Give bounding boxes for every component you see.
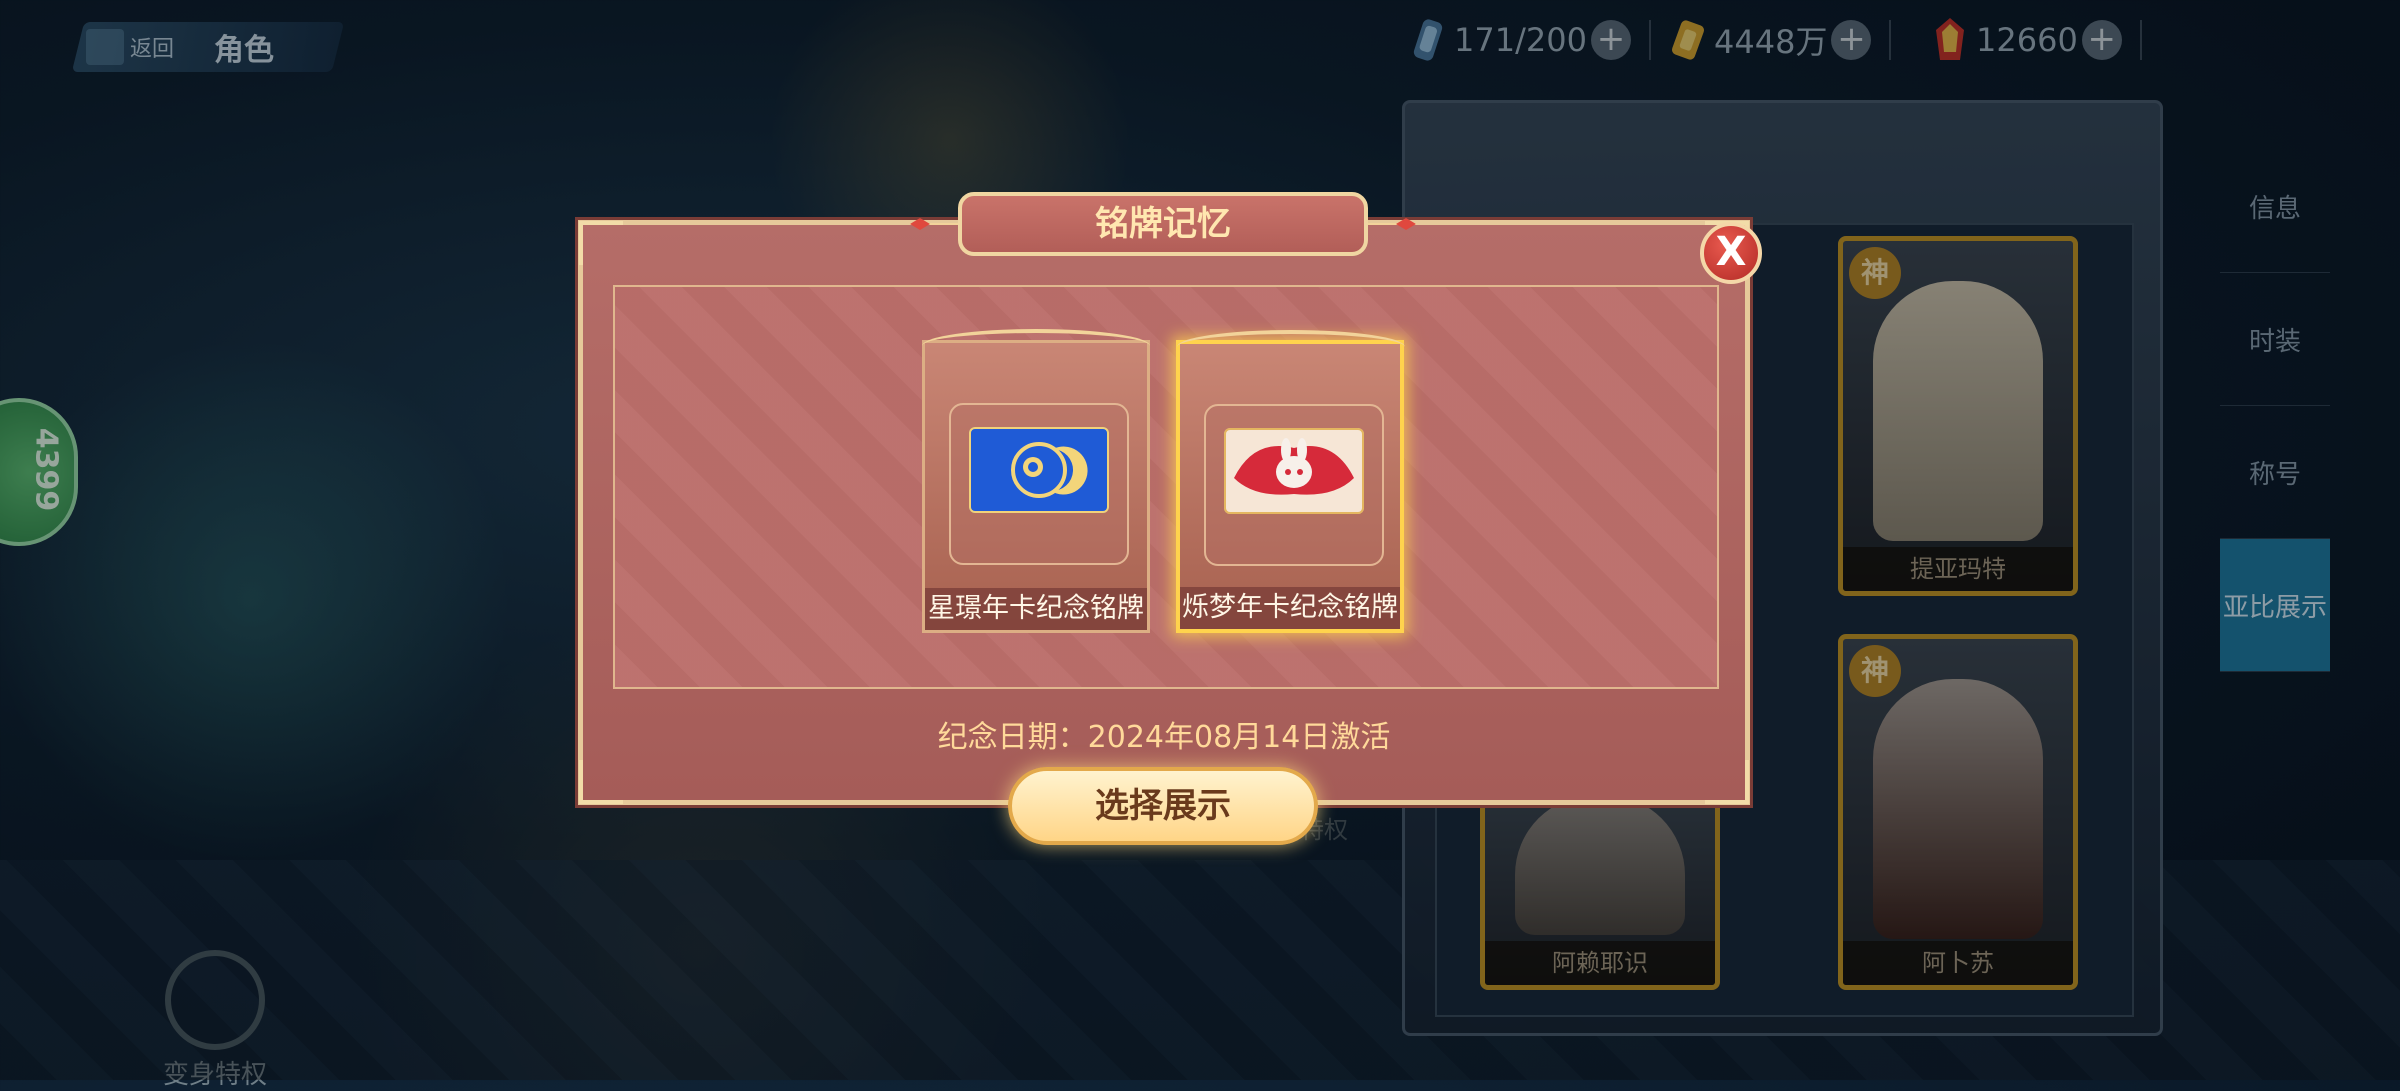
star-moon-plaque-art: [969, 427, 1109, 513]
plaque-card[interactable]: 星璟年卡纪念铭牌: [922, 329, 1150, 633]
close-icon: X: [1715, 229, 1747, 275]
dialog-title: 铭牌记忆: [1095, 204, 1231, 244]
memorial-date: 纪念日期：2024年08月14日激活: [937, 720, 1391, 755]
plaque-card-selected[interactable]: 烁梦年卡纪念铭牌: [1176, 330, 1405, 633]
close-button[interactable]: X: [1700, 222, 1762, 284]
plaque-arch: [1177, 330, 1405, 364]
plaque-area: [613, 285, 1719, 689]
select-display-button[interactable]: 选择展示: [1008, 767, 1318, 845]
plaque-arch: [922, 329, 1150, 363]
plaque-slot: [949, 403, 1129, 565]
corner-ornament: [579, 760, 623, 804]
corner-ornament: [1705, 760, 1749, 804]
plaque-label: 烁梦年卡纪念铭牌: [1180, 587, 1400, 629]
corner-ornament: [579, 221, 623, 265]
plaque-slot: [1204, 404, 1384, 566]
plaque-label: 星璟年卡纪念铭牌: [925, 588, 1147, 630]
dream-rabbit-plaque-art: [1224, 428, 1364, 514]
dialog-title-plate: 铭牌记忆: [958, 192, 1368, 256]
select-display-label: 选择展示: [1095, 786, 1231, 826]
